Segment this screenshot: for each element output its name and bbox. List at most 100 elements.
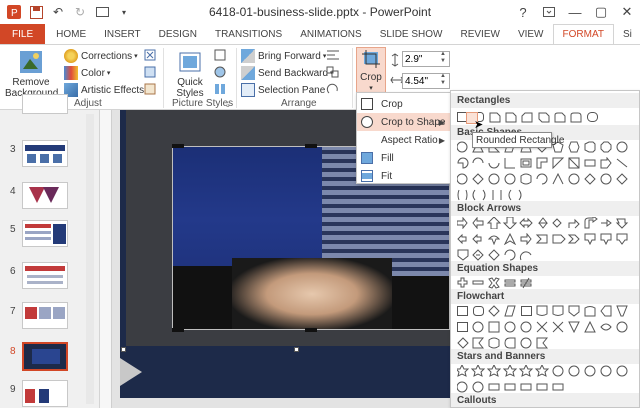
tab-home[interactable]: HOME: [47, 24, 95, 44]
crop-handle[interactable]: [172, 328, 184, 332]
send-backward-button[interactable]: Send Backward ▾: [241, 66, 334, 80]
crop-handle[interactable]: [305, 328, 317, 332]
slide-thumbnail[interactable]: [22, 220, 68, 247]
remove-background-icon: [20, 51, 42, 73]
shape-row-stars[interactable]: [457, 381, 637, 393]
slide-thumbnail[interactable]: [22, 380, 68, 407]
start-slideshow-icon[interactable]: [94, 4, 110, 20]
slide-thumbnail[interactable]: [22, 94, 68, 114]
remove-background-button[interactable]: Remove Background: [4, 49, 58, 99]
shape-row-flowchart[interactable]: [457, 321, 637, 333]
menu-item-aspect-ratio[interactable]: Aspect Ratio ▶: [357, 131, 451, 149]
color-button[interactable]: Color ▾: [64, 66, 110, 80]
arrange-group-label: Arrange: [281, 98, 317, 109]
slide-number: 5: [10, 224, 16, 235]
submenu-arrow-icon: ▶: [438, 135, 445, 145]
thumbnail-row[interactable]: 7: [0, 302, 100, 336]
thumbnail-row[interactable]: 6: [0, 262, 100, 296]
tab-slide-show[interactable]: SLIDE SHOW: [371, 24, 452, 44]
shape-row-basic[interactable]: [457, 157, 637, 169]
shape-row-arrows[interactable]: [457, 249, 637, 261]
selection-pane-icon: [241, 83, 255, 97]
bring-forward-button[interactable]: Bring Forward ▾: [241, 49, 326, 63]
crop-handle[interactable]: [305, 144, 317, 148]
help-button[interactable]: ?: [510, 0, 536, 24]
change-picture-icon[interactable]: [144, 66, 156, 78]
shape-row-flowchart[interactable]: [457, 337, 637, 349]
group-separator: [163, 48, 164, 108]
align-icon[interactable]: [326, 49, 340, 61]
slide-thumbnail-selected[interactable]: [22, 342, 68, 371]
shape-row-equation[interactable]: [457, 277, 637, 289]
resize-handle[interactable]: [294, 347, 299, 352]
selection-pane-button[interactable]: Selection Pane: [241, 83, 325, 97]
menu-item-fill[interactable]: Fill: [357, 149, 451, 167]
section-block-arrows: Block Arrows: [451, 201, 639, 216]
chevron-down-icon: ▾: [134, 53, 138, 60]
redo-icon[interactable]: ↻: [72, 4, 88, 20]
picture-border-icon[interactable]: [214, 49, 226, 61]
menu-item-fit[interactable]: Fit: [357, 167, 451, 185]
submenu-arrow-icon: ▶: [438, 117, 445, 127]
quick-styles-button[interactable]: Quick Styles: [172, 49, 208, 99]
thumbnail-row[interactable]: 3: [0, 140, 100, 174]
slide-thumbnail[interactable]: [22, 140, 68, 167]
selection-pane-label: Selection Pane: [258, 84, 326, 96]
tab-insert[interactable]: INSERT: [95, 24, 150, 44]
tab-animations[interactable]: ANIMATIONS: [291, 24, 370, 44]
tab-transitions[interactable]: TRANSITIONS: [206, 24, 291, 44]
send-backward-icon: [241, 66, 255, 80]
rotate-icon[interactable]: [326, 83, 340, 95]
thumbnail-row[interactable]: 8: [0, 342, 100, 376]
tab-design[interactable]: DESIGN: [150, 24, 206, 44]
slide-number: 7: [10, 306, 16, 317]
corrections-button[interactable]: Corrections ▾: [64, 49, 138, 63]
shape-row-basic[interactable]: [457, 189, 637, 201]
menu-item-crop-to-shape[interactable]: Crop to Shape ▶: [357, 113, 451, 131]
group-objects-icon[interactable]: [326, 66, 340, 78]
minimize-button[interactable]: —: [562, 0, 588, 24]
picture-effects-icon[interactable]: [214, 66, 226, 78]
shape-row-basic[interactable]: [457, 173, 637, 185]
menu-item-crop[interactable]: Crop: [357, 95, 451, 113]
height-spinner[interactable]: ▲ ▼: [440, 51, 446, 65]
menu-item-label: Fill: [381, 152, 394, 164]
reset-picture-icon[interactable]: [144, 83, 156, 95]
thumbnails-scrollbar[interactable]: [86, 114, 94, 404]
thumbnail-row[interactable]: 5: [0, 220, 100, 254]
thumbnail-row[interactable]: [0, 94, 100, 144]
fill-icon: [361, 152, 373, 164]
resize-handle[interactable]: [121, 347, 126, 352]
ribbon-display-icon[interactable]: [536, 0, 562, 24]
slide-thumbnail[interactable]: [22, 182, 68, 209]
width-spinner[interactable]: ▲ ▼: [440, 73, 446, 87]
artistic-effects-button[interactable]: Artistic Effects ▾: [64, 83, 150, 97]
crop-handle[interactable]: [172, 144, 184, 148]
slide-number: 3: [10, 144, 16, 155]
save-icon[interactable]: [28, 4, 44, 20]
undo-icon[interactable]: ↶: [50, 4, 66, 20]
section-flowchart: Flowchart: [451, 289, 639, 304]
picture-layout-icon[interactable]: [214, 83, 226, 95]
shape-row-arrows[interactable]: [457, 233, 637, 245]
crop-icon: [361, 98, 373, 110]
shape-row-arrows[interactable]: [457, 217, 637, 229]
tab-review[interactable]: REVIEW: [451, 24, 508, 44]
compress-pictures-icon[interactable]: [144, 49, 156, 61]
thumbnail-row[interactable]: 9: [0, 380, 100, 408]
tab-signin-partial[interactable]: Si: [614, 24, 632, 44]
tab-format[interactable]: FORMAT: [552, 24, 614, 44]
shape-row-rectangles[interactable]: [457, 111, 637, 123]
crop-button[interactable]: Crop ▾: [356, 47, 386, 97]
shape-row-stars[interactable]: [457, 365, 637, 377]
tab-file[interactable]: FILE: [0, 24, 46, 44]
slide-thumbnail[interactable]: [22, 302, 68, 329]
tab-view[interactable]: VIEW: [509, 24, 553, 44]
maximize-button[interactable]: ▢: [588, 0, 614, 24]
dialog-launcher-icon[interactable]: ⌟: [226, 99, 230, 108]
customize-qat-icon[interactable]: ▾: [116, 4, 132, 20]
slide-thumbnail[interactable]: [22, 262, 68, 289]
thumbnail-row[interactable]: 4: [0, 182, 100, 216]
shape-row-flowchart[interactable]: [457, 305, 637, 317]
close-button[interactable]: ✕: [614, 0, 640, 24]
